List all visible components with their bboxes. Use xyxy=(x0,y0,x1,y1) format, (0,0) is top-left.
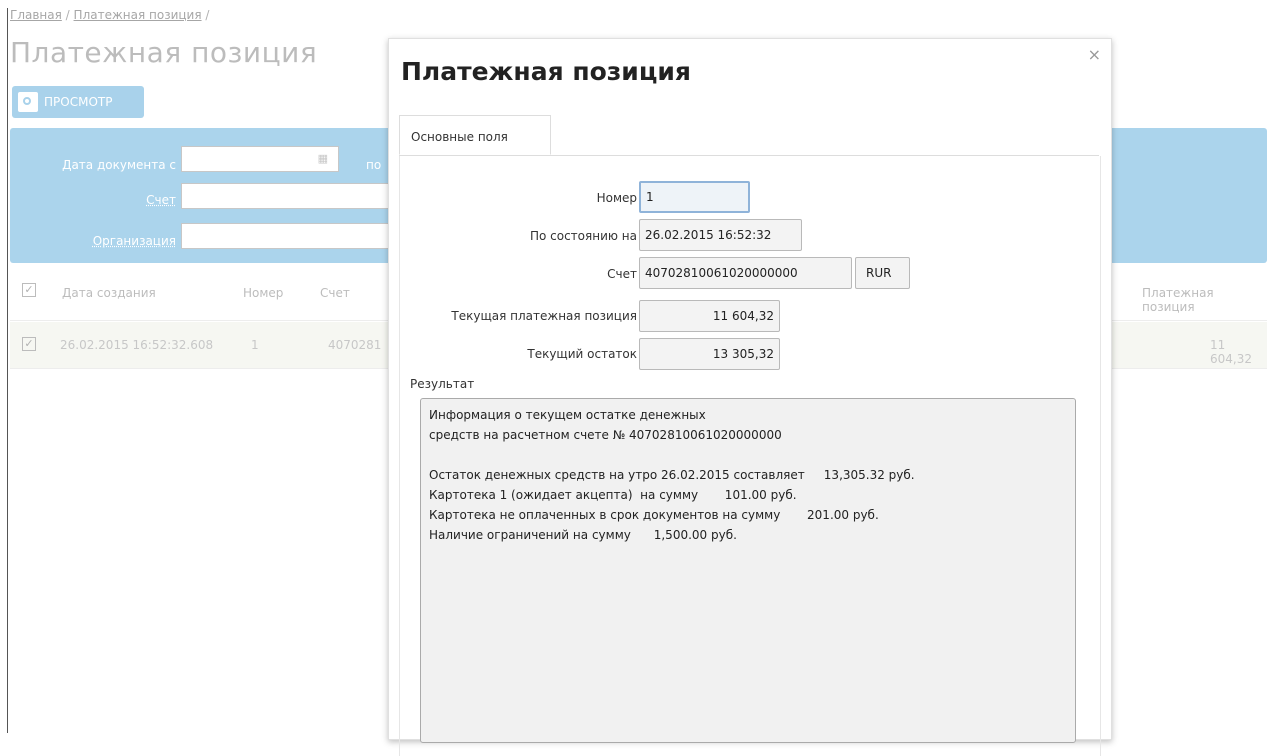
current-position-label: Текущая платежная позиция xyxy=(451,309,637,323)
as-of-label: По состоянию на xyxy=(529,229,637,243)
account-field[interactable]: 40702810061020000000 xyxy=(639,257,852,289)
account-label: Счет xyxy=(607,267,637,281)
as-of-field[interactable]: 26.02.2015 16:52:32 xyxy=(639,219,802,251)
number-label: Номер xyxy=(596,191,637,205)
close-icon[interactable]: × xyxy=(1088,45,1101,64)
tab-main-fields[interactable]: Основные поля xyxy=(399,115,551,155)
current-balance-label: Текущий остаток xyxy=(527,347,637,361)
current-balance-field[interactable]: 13 305,32 xyxy=(639,338,780,370)
result-textarea[interactable]: Информация о текущем остатке денежных ср… xyxy=(420,398,1076,743)
current-position-field[interactable]: 11 604,32 xyxy=(639,300,780,332)
dialog-title: Платежная позиция xyxy=(401,57,691,86)
result-label: Результат xyxy=(410,377,475,391)
payment-position-dialog: Платежная позиция × Основные поля Номер … xyxy=(388,38,1112,756)
tab-strip: Основные поля xyxy=(399,115,1099,156)
currency-field[interactable]: RUR xyxy=(855,257,910,289)
number-field[interactable]: 1 xyxy=(639,181,750,213)
